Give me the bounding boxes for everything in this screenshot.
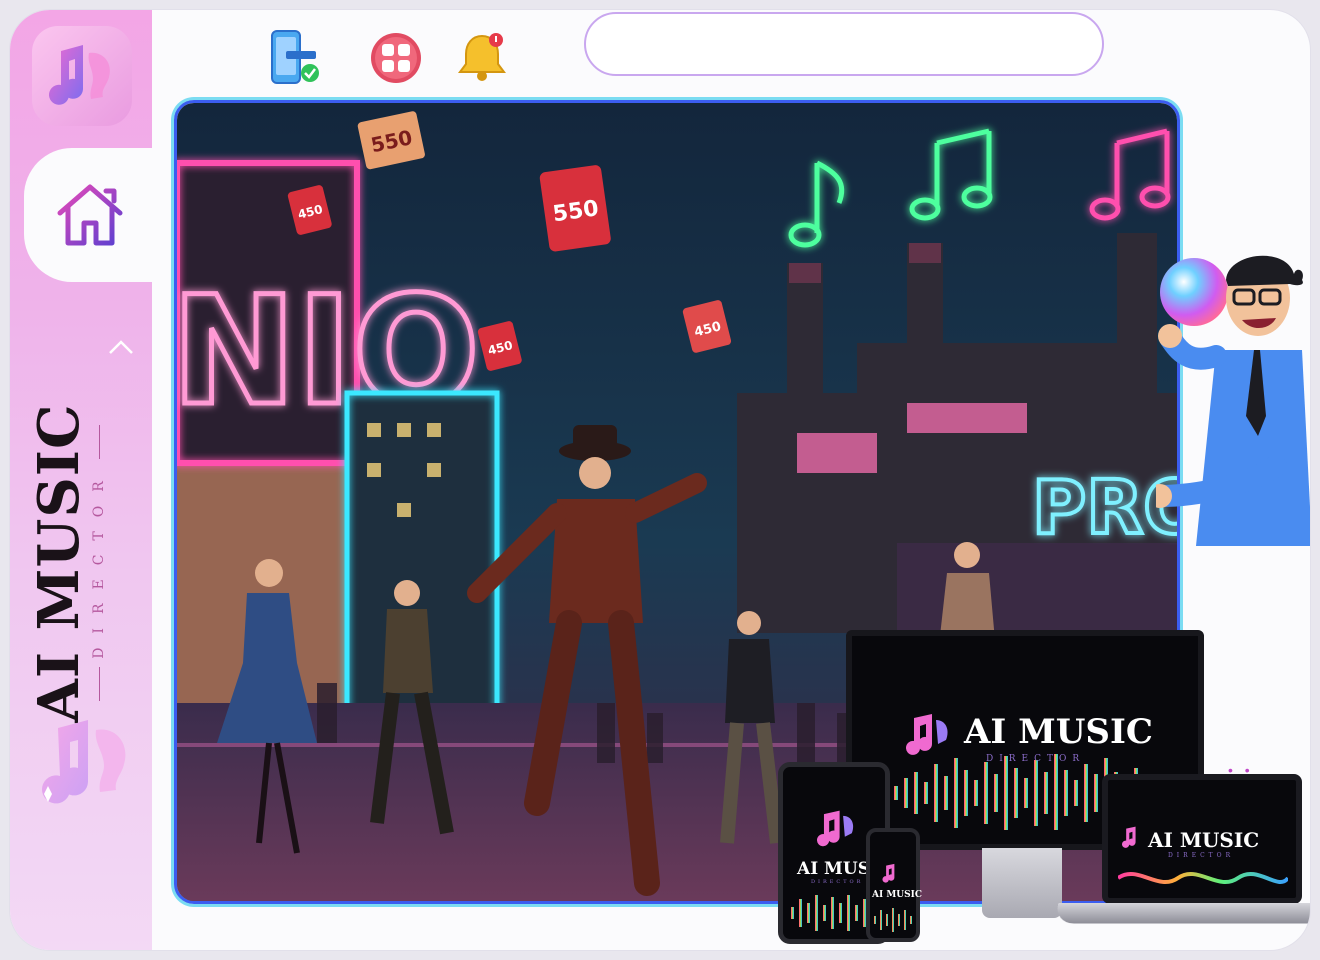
sidebar: AI MUSIC DIRECTOR	[10, 10, 174, 950]
app-window: AI MUSIC DIRECTOR NIO PR 550 550 450 450…	[10, 10, 1310, 950]
decorative-dots: • •	[1228, 762, 1254, 778]
search-input[interactable]	[584, 12, 1104, 76]
audio-waveform-graphic	[1118, 871, 1288, 885]
app-logo[interactable]	[32, 26, 132, 126]
chevron-up-icon	[109, 340, 133, 354]
brand-wordmark: AI MUSIC DIRECTOR	[26, 363, 137, 763]
music-note-logo-icon	[817, 810, 854, 847]
audio-waveform-graphic	[874, 908, 912, 932]
tablet-subtitle: DIRECTOR	[811, 879, 864, 885]
laptop-subtitle: DIRECTOR	[1168, 852, 1235, 859]
music-note-logo-icon	[1122, 826, 1136, 848]
apps-grid-button[interactable]	[368, 30, 424, 86]
notification-bell-icon	[458, 33, 506, 81]
mobile-check-icon	[271, 30, 319, 84]
presenter-character-illustration	[1156, 255, 1310, 546]
grid-apps-icon	[371, 33, 421, 83]
monitor-title: AI MUSIC	[964, 712, 1153, 752]
laptop-title: AI MUSIC	[1148, 828, 1260, 852]
music-note-logo-icon	[906, 714, 948, 755]
monitor-stand	[982, 848, 1062, 918]
collapse-button[interactable]	[106, 332, 136, 362]
laptop-mockup: AI MUSIC DIRECTOR	[1102, 774, 1302, 904]
music-note-logo-icon	[49, 45, 110, 105]
brand-subtitle: DIRECTOR	[91, 467, 107, 659]
music-note-watermark-icon	[42, 720, 126, 804]
music-note-logo-icon	[882, 863, 895, 883]
monitor-subtitle: DIRECTOR	[986, 754, 1086, 764]
notifications-button[interactable]	[454, 30, 510, 86]
phone-title: AI MUSIC	[872, 890, 923, 900]
mobile-check-button[interactable]	[266, 30, 322, 86]
phone-mockup: AI MUSIC	[866, 828, 923, 942]
home-icon	[57, 184, 123, 246]
nav-home[interactable]	[24, 148, 174, 282]
laptop-base	[1053, 902, 1310, 924]
brand-title: AI MUSIC	[26, 403, 92, 723]
